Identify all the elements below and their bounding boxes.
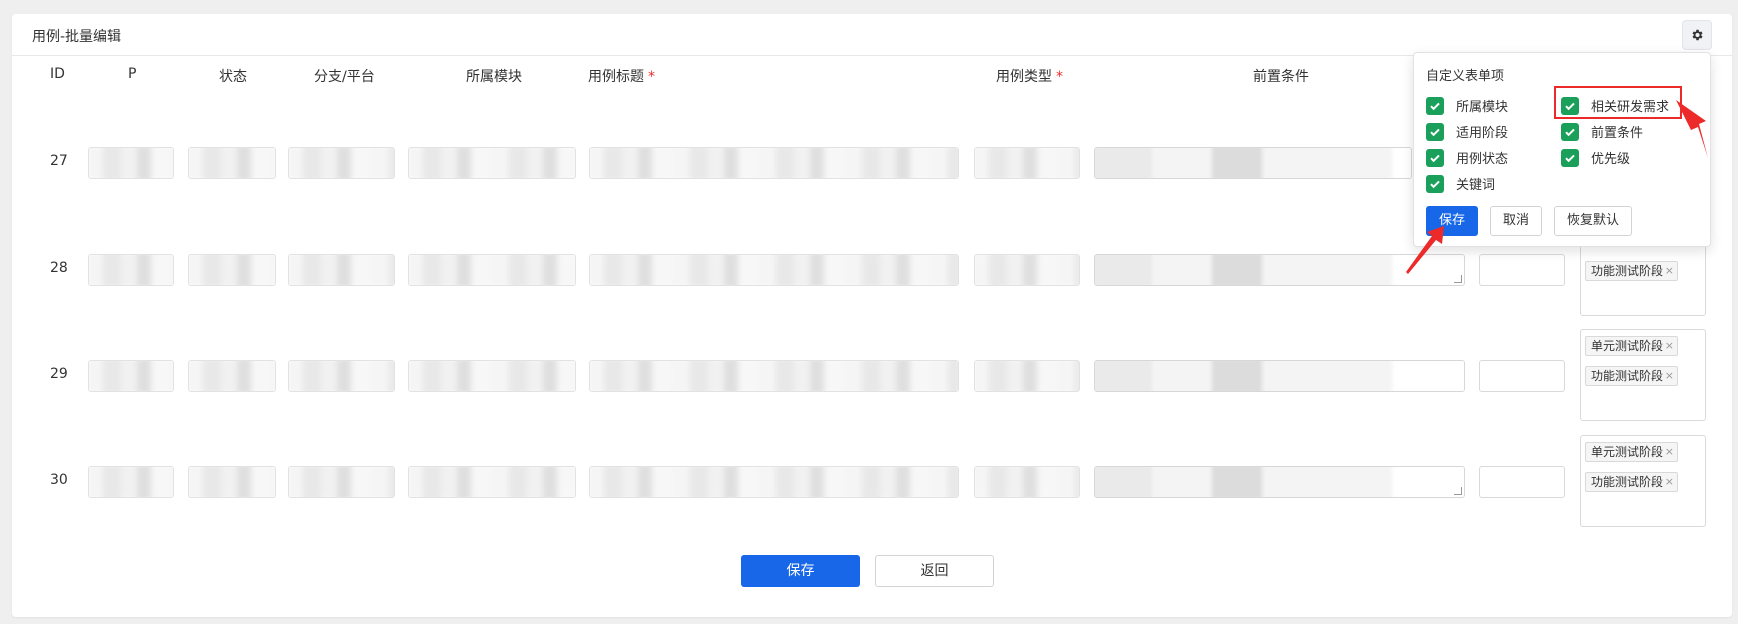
module-select[interactable] [408,147,576,179]
branch-select[interactable] [288,147,395,179]
checkbox-checked-icon[interactable] [1561,122,1579,141]
branch-select[interactable] [288,466,395,498]
resize-handle[interactable] [1454,275,1462,283]
required-mark: * [1056,69,1063,85]
stage-tag-label: 功能测试阶段 [1591,475,1664,489]
precondition-textarea[interactable] [1094,147,1412,179]
checkbox-checked-icon[interactable] [1426,96,1444,115]
precondition-textarea[interactable] [1094,360,1465,392]
p-select[interactable] [88,466,174,498]
option-label: 用例状态 [1456,152,1509,167]
option-keywords[interactable]: 关键词 [1426,174,1495,193]
stage-tag: 单元测试阶段 × [1585,336,1679,356]
module-select[interactable] [408,254,576,286]
option-label: 适用阶段 [1456,126,1509,141]
stage-tag-label: 单元测试阶段 [1591,339,1664,353]
checkbox-checked-icon[interactable] [1561,148,1579,167]
option-label: 关键词 [1456,178,1496,193]
header-module: 所属模块 [466,69,522,85]
option-label: 所属模块 [1456,100,1509,115]
option-stage[interactable]: 适用阶段 [1426,122,1508,141]
branch-select[interactable] [288,360,395,392]
row-id: 28 [50,260,68,276]
option-label: 前置条件 [1591,126,1644,141]
header-case-title-label: 用例标题 [588,69,644,85]
stage-tag-label: 功能测试阶段 [1591,264,1664,278]
priority-input[interactable] [1479,254,1565,286]
case-title-input[interactable] [589,466,959,498]
annotation-highlight-box [1554,86,1682,119]
stage-tag-label: 单元测试阶段 [1591,445,1664,459]
tag-remove-icon[interactable]: × [1665,337,1674,355]
header-case-type-label: 用例类型 [996,69,1052,85]
popover-title: 自定义表单项 [1426,69,1505,84]
p-select[interactable] [88,254,174,286]
priority-input[interactable] [1479,466,1565,498]
stage-tag-box[interactable]: 单元测试阶段 × 功能测试阶段 × [1580,329,1706,421]
case-type-select[interactable] [974,254,1080,286]
stage-tag: 功能测试阶段 × [1585,366,1679,386]
option-precondition[interactable]: 前置条件 [1561,122,1643,141]
annotation-arrow-icon [1406,226,1444,274]
tag-remove-icon[interactable]: × [1665,262,1674,280]
stage-tag-box[interactable]: 单元测试阶段 × 功能测试阶段 × [1580,435,1706,527]
stage-tag-label: 功能测试阶段 [1591,369,1664,383]
case-title-input[interactable] [589,360,959,392]
popover-reset-button[interactable]: 恢复默认 [1554,206,1632,236]
annotation-arrow-icon [1676,100,1708,158]
option-label: 优先级 [1591,152,1631,167]
status-select[interactable] [188,147,276,179]
checkbox-checked-icon[interactable] [1426,148,1444,167]
settings-button[interactable] [1682,20,1712,50]
p-select[interactable] [88,147,174,179]
status-select[interactable] [188,254,276,286]
stage-tag: 功能测试阶段 × [1585,472,1679,492]
option-module[interactable]: 所属模块 [1426,96,1508,115]
p-select[interactable] [88,360,174,392]
header-precondition: 前置条件 [1253,69,1309,85]
tag-remove-icon[interactable]: × [1665,473,1674,491]
resize-handle[interactable] [1454,487,1462,495]
header-case-type: 用例类型 * [996,66,1063,86]
stage-tag: 功能测试阶段 × [1585,261,1679,281]
customize-fields-popover: 自定义表单项 所属模块 相关研发需求 适用阶段 前置条件 用例状态 优先级 关键… [1413,52,1711,247]
header-p: P [128,66,137,82]
stage-tag: 单元测试阶段 × [1585,442,1679,462]
header-case-title: 用例标题 * [588,66,655,86]
case-title-input[interactable] [589,147,959,179]
module-select[interactable] [408,360,576,392]
tag-remove-icon[interactable]: × [1665,367,1674,385]
tag-remove-icon[interactable]: × [1665,443,1674,461]
row-id: 29 [50,366,68,382]
case-type-select[interactable] [974,360,1080,392]
case-type-select[interactable] [974,147,1080,179]
popover-cancel-button[interactable]: 取消 [1490,206,1542,236]
panel-header: 用例-批量编辑 [12,14,1732,56]
page-title: 用例-批量编辑 [32,29,122,45]
row-id: 27 [50,153,68,169]
header-id: ID [50,66,65,82]
option-case-status[interactable]: 用例状态 [1426,148,1508,167]
save-button[interactable]: 保存 [741,555,860,587]
module-select[interactable] [408,466,576,498]
required-mark: * [648,69,655,85]
status-select[interactable] [188,360,276,392]
precondition-textarea[interactable] [1094,466,1465,498]
branch-select[interactable] [288,254,395,286]
header-status: 状态 [219,69,247,85]
option-priority[interactable]: 优先级 [1561,148,1630,167]
row-id: 30 [50,472,68,488]
case-type-select[interactable] [974,466,1080,498]
status-select[interactable] [188,466,276,498]
gear-icon [1692,29,1703,41]
checkbox-checked-icon[interactable] [1426,122,1444,141]
priority-input[interactable] [1479,360,1565,392]
header-branch: 分支/平台 [314,69,375,85]
back-button[interactable]: 返回 [875,555,994,587]
case-title-input[interactable] [589,254,959,286]
checkbox-checked-icon[interactable] [1426,174,1444,193]
